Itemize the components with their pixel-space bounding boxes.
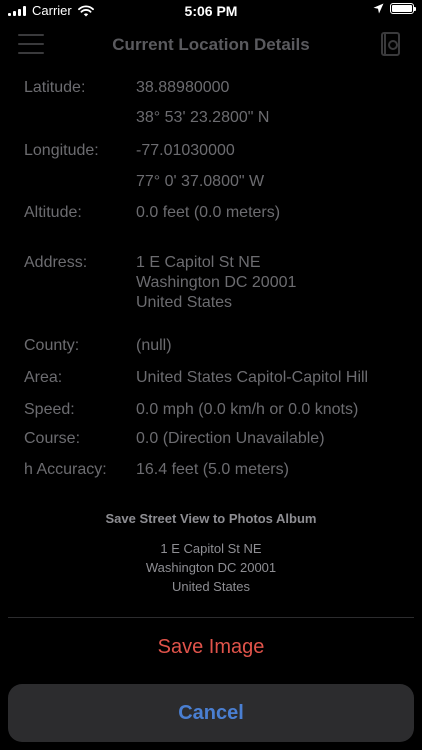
speed-value: 0.0 mph (0.0 km/h or 0.0 knots) bbox=[136, 401, 359, 418]
altitude-value: 0.0 feet (0.0 meters) bbox=[136, 204, 281, 221]
area-value: United States Capitol-Capitol Hill bbox=[136, 369, 369, 386]
save-image-button[interactable]: Save Image bbox=[8, 618, 414, 676]
address-value: 1 E Capitol St NE Washington DC 20001 Un… bbox=[136, 253, 412, 313]
latitude-dms: 38° 53' 23.2800" N bbox=[136, 109, 270, 126]
battery-icon bbox=[390, 3, 416, 14]
page-title: Current Location Details bbox=[112, 35, 310, 54]
status-bar: Carrier 5:06 PM bbox=[0, 0, 422, 22]
action-sheet: Save Street View to Photos Album 1 E Cap… bbox=[8, 495, 414, 677]
screen: Carrier 5:06 PM Current Location Details… bbox=[0, 0, 422, 750]
battery-fill bbox=[392, 5, 412, 12]
address-line-3: United States bbox=[136, 294, 233, 311]
county-label: County: bbox=[24, 337, 80, 354]
message-line-2: Washington DC 20001 bbox=[145, 560, 277, 575]
h-accuracy-label: h Accuracy: bbox=[24, 461, 107, 478]
location-arrow-icon bbox=[373, 3, 384, 14]
area-label: Area: bbox=[24, 369, 63, 386]
message-line-1: 1 E Capitol St NE bbox=[160, 541, 262, 556]
status-right bbox=[373, 3, 416, 14]
course-value: 0.0 (Direction Unavailable) bbox=[136, 430, 325, 447]
address-line-2: Washington DC 20001 bbox=[136, 274, 297, 291]
action-sheet-header: Save Street View to Photos Album 1 E Cap… bbox=[8, 495, 414, 617]
latitude-decimal: 38.88980000 bbox=[136, 79, 230, 96]
longitude-decimal: -77.01030000 bbox=[136, 142, 235, 159]
speed-label: Speed: bbox=[24, 401, 75, 418]
address-label: Address: bbox=[24, 254, 88, 271]
status-time: 5:06 PM bbox=[184, 3, 238, 19]
latitude-label: Latitude: bbox=[24, 79, 86, 96]
latitude-value: 38.88980000 bbox=[136, 78, 412, 98]
cancel-button[interactable]: Cancel bbox=[8, 684, 414, 742]
message-line-3: United States bbox=[171, 579, 251, 594]
course-label: Course: bbox=[24, 430, 81, 447]
longitude-dms: 77° 0' 37.0800" W bbox=[136, 173, 265, 190]
action-sheet-message: 1 E Capitol St NE Washington DC 20001 Un… bbox=[8, 539, 414, 596]
address-line-1: 1 E Capitol St NE bbox=[136, 254, 261, 271]
book-icon[interactable] bbox=[381, 32, 400, 56]
county-value: (null) bbox=[136, 337, 172, 354]
altitude-label: Altitude: bbox=[24, 204, 82, 221]
nav-bar: Current Location Details bbox=[0, 22, 422, 66]
action-sheet-title: Save Street View to Photos Album bbox=[105, 511, 317, 526]
h-accuracy-value: 16.4 feet (5.0 meters) bbox=[136, 461, 289, 478]
longitude-label: Longitude: bbox=[24, 142, 99, 159]
